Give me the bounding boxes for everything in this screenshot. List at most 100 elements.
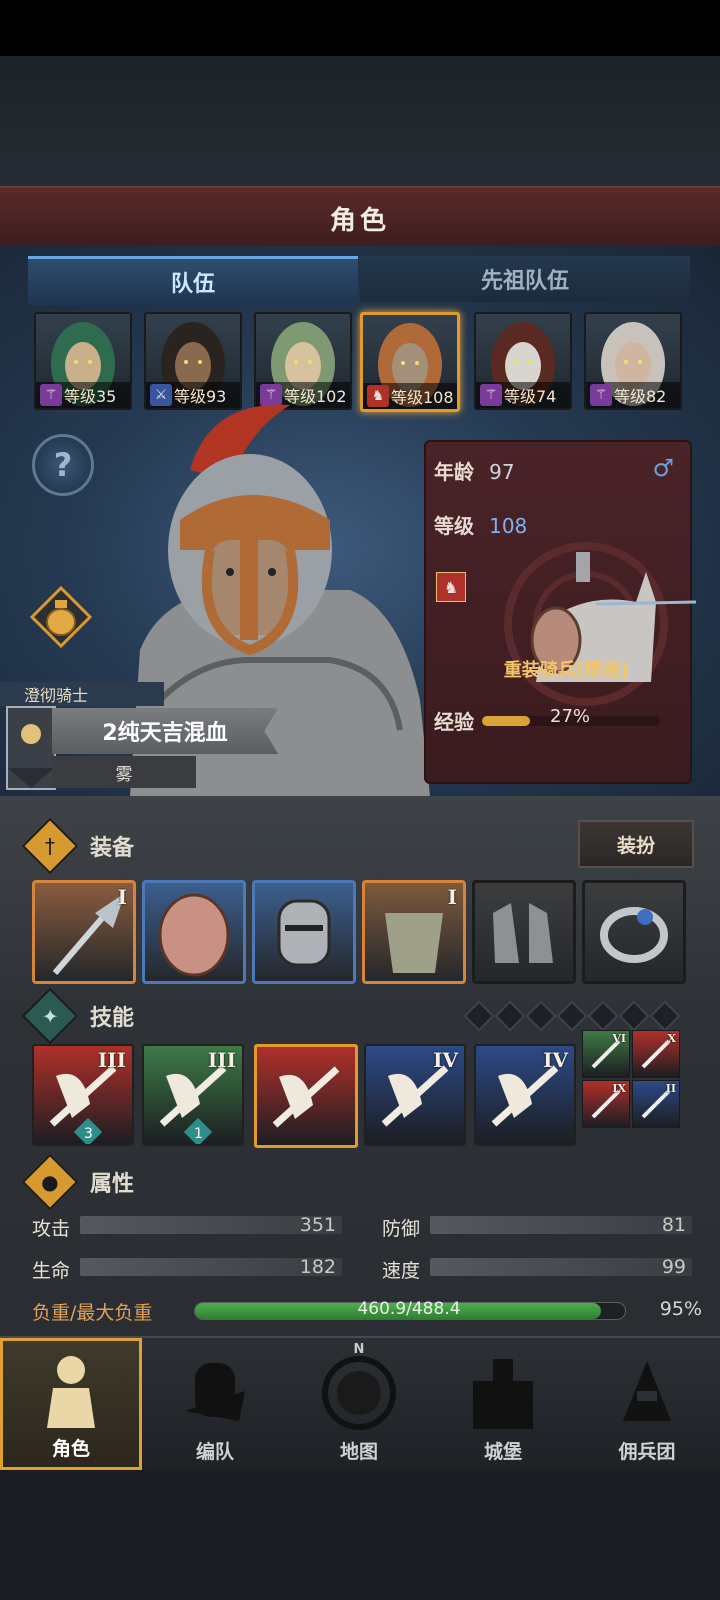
skill-rank: III — [207, 1048, 236, 1072]
equipment-slot-greaves[interactable] — [472, 880, 576, 984]
party-member-portrait[interactable]: ⚚ 等级82 — [584, 312, 682, 410]
nav-label: 角色 — [51, 1438, 90, 1460]
attack-value: 351 — [299, 1214, 336, 1236]
age-value: 97 — [489, 460, 515, 484]
star-icon: ✦ — [21, 987, 79, 1045]
person-icon: ● — [21, 1153, 79, 1211]
staff-icon: ⚚ — [40, 384, 62, 406]
party-member-portrait[interactable]: ⚔ 等级93 — [144, 312, 242, 410]
equipment-header: † 装备 — [21, 817, 135, 875]
portrait-level-bar: ⚚ 等级74 — [476, 382, 570, 408]
attributes-title: 属性 — [90, 1172, 135, 1197]
level-label: 等级 — [434, 514, 474, 538]
small-skill-slot[interactable]: II — [632, 1080, 680, 1128]
bottom-background — [0, 1470, 720, 1600]
speed-value: 99 — [661, 1256, 686, 1278]
skills-header: ✦ 技能 — [21, 987, 135, 1045]
nav-label: 编队 — [195, 1441, 234, 1463]
mercenary-icon — [607, 1351, 687, 1437]
title-banner: 角色 — [0, 186, 720, 250]
skill-slot[interactable]: III 3 — [32, 1044, 134, 1146]
dagger-icon: † — [21, 817, 79, 875]
age-label: 年龄 — [434, 460, 474, 484]
party-member-portrait[interactable]: ♞ 等级108 — [360, 312, 460, 412]
knight-icon — [31, 1348, 111, 1434]
equipment-slot-plate-armor[interactable]: I — [362, 880, 466, 984]
small-skill-slot[interactable]: X — [632, 1030, 680, 1078]
portrait-level: 等级74 — [504, 387, 557, 406]
hp-label: 生命 — [32, 1260, 71, 1282]
skill-badge-count: 3 — [84, 1126, 93, 1142]
staff-icon: ⚚ — [480, 384, 502, 406]
portrait-level: 等级82 — [614, 387, 667, 406]
tab-team[interactable]: 队伍 — [28, 256, 358, 305]
hero-class-title: 澄彻骑士 — [0, 682, 164, 706]
tab-ancestor-team[interactable]: 先祖队伍 — [360, 256, 690, 302]
equipment-slot-great-helm[interactable] — [252, 880, 356, 984]
skill-slot[interactable]: III 1 — [142, 1044, 244, 1146]
skill-rank: III — [97, 1048, 126, 1072]
question-icon: ? — [53, 446, 73, 484]
nav-label: 地图 — [339, 1441, 378, 1463]
page-title: 角色 — [329, 205, 390, 236]
great-helm-icon — [277, 899, 331, 967]
small-skill-slot[interactable]: VI — [582, 1030, 630, 1078]
equipment-title: 装备 — [90, 836, 135, 861]
exp-bar-fill — [482, 715, 531, 726]
portrait-level-bar: ⚚ 等级82 — [586, 382, 680, 408]
greaves-icon — [493, 903, 553, 963]
castle-icon — [463, 1351, 543, 1437]
potion-icon — [29, 585, 93, 649]
nav-helmet[interactable]: 编队 — [144, 1338, 286, 1470]
top-background — [0, 56, 720, 186]
shield-icon — [158, 893, 230, 977]
equipment-slot-ring[interactable] — [582, 880, 686, 984]
exp-percent: 27% — [550, 706, 591, 727]
potion-button[interactable] — [29, 585, 93, 649]
load-value: 460.9/488.4 — [357, 1299, 461, 1319]
nav-label: 城堡 — [483, 1441, 522, 1463]
cavalry-unit-icon — [504, 542, 696, 706]
nav-knight[interactable]: 角色 — [0, 1338, 142, 1470]
attributes-header: ● 属性 — [21, 1153, 135, 1211]
party-member-portrait[interactable]: ⚚ 等级102 — [254, 312, 352, 410]
dress-up-button[interactable]: 装扮 — [578, 820, 694, 868]
skill-rank: IX — [612, 1082, 626, 1095]
small-skill-slot[interactable]: IX — [582, 1080, 630, 1128]
hp-value: 182 — [299, 1256, 336, 1278]
exp-label: 经验 — [434, 710, 474, 734]
skill-slot[interactable] — [254, 1044, 358, 1148]
party-member-portrait[interactable]: ⚚ 等级35 — [34, 312, 132, 410]
nav-label: 佣兵团 — [618, 1441, 676, 1463]
help-button[interactable]: ? — [32, 434, 94, 496]
load-percent: 95% — [659, 1298, 702, 1320]
age-row: 年龄 97 — [434, 456, 515, 485]
skill-rank: IV — [543, 1048, 568, 1072]
nav-castle[interactable]: 城堡 — [432, 1338, 574, 1470]
equipment-slot-shield[interactable] — [142, 880, 246, 984]
cavalry-class-icon: ♞ — [436, 572, 466, 602]
skill-slot[interactable]: IV — [474, 1044, 576, 1146]
equipment-rank: I — [117, 885, 127, 909]
ring-icon — [600, 907, 668, 963]
nav-mercenary[interactable]: 佣兵团 — [576, 1338, 718, 1470]
male-icon: ♂ — [652, 454, 674, 482]
equipment-slot-halberd[interactable]: I — [32, 880, 136, 984]
helmet-icon — [175, 1351, 255, 1437]
skill-rank: IV — [433, 1048, 458, 1072]
hero-subtitle: 雾 — [52, 756, 196, 788]
nav-compass-map[interactable]: N 地图 — [288, 1338, 430, 1470]
hero-name[interactable]: 2纯天吉混血 — [52, 708, 278, 754]
skills-title: 技能 — [90, 1006, 135, 1031]
unit-name: 重装骑兵[精通] — [503, 660, 629, 681]
compass-map-icon — [319, 1351, 399, 1437]
unit-stats-card: 年龄 97 ♂ 等级 108 ♞ 重装骑兵[精通] 经验 27% — [424, 440, 696, 784]
compass-north-label: N — [353, 1342, 365, 1357]
party-member-portrait[interactable]: ⚚ 等级74 — [474, 312, 572, 410]
defense-value: 81 — [661, 1214, 686, 1236]
defense-label: 防御 — [382, 1218, 421, 1240]
attack-label: 攻击 — [32, 1218, 71, 1240]
skill-rank: VI — [612, 1032, 626, 1045]
skill-slot[interactable]: IV — [364, 1044, 466, 1146]
skill-rank: II — [665, 1082, 676, 1095]
